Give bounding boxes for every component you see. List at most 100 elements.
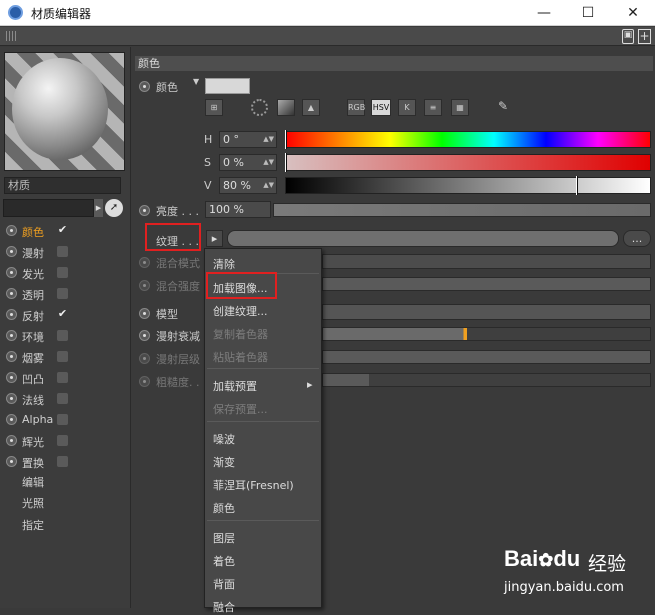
- blend-strength-radio[interactable]: [139, 280, 150, 291]
- left-item-assignment[interactable]: 指定: [22, 517, 112, 535]
- spinner-icon[interactable]: ▲▼: [263, 155, 274, 170]
- menu-item-noise[interactable]: 噪波: [213, 431, 235, 447]
- h-input[interactable]: 0 ° ▲▼: [219, 131, 277, 148]
- checkbox[interactable]: [57, 267, 68, 278]
- hue-slider[interactable]: [285, 131, 651, 148]
- channel-luminance[interactable]: 发光: [0, 263, 130, 283]
- diffuse-level-radio[interactable]: [139, 353, 150, 364]
- checkbox[interactable]: [57, 414, 68, 425]
- checkbox[interactable]: [57, 351, 68, 362]
- radio-icon[interactable]: [6, 414, 17, 425]
- blend-mode-dropdown[interactable]: [322, 254, 651, 269]
- menu-item-load-preset[interactable]: 加载预置: [213, 378, 257, 394]
- checkbox[interactable]: [57, 435, 68, 446]
- eyedropper-icon[interactable]: ✎: [495, 99, 511, 116]
- close-button[interactable]: ✕: [611, 0, 655, 26]
- menu-item-paste-shader[interactable]: 粘贴着色器: [213, 349, 268, 365]
- texture-menu-arrow-icon[interactable]: ▸: [206, 230, 223, 247]
- roughness-radio[interactable]: [139, 376, 150, 387]
- texture-more-button[interactable]: ...: [623, 230, 651, 247]
- spinner-icon[interactable]: ▲▼: [263, 132, 274, 147]
- saturation-slider[interactable]: [285, 154, 651, 171]
- rgb-mode-button[interactable]: RGB: [347, 99, 365, 116]
- blend-mode-radio[interactable]: [139, 257, 150, 268]
- saturation-marker[interactable]: [285, 153, 287, 172]
- color-swatches-icon[interactable]: ▦: [451, 99, 469, 116]
- menu-item-gradient[interactable]: 渐变: [213, 454, 235, 470]
- v-input[interactable]: 80 % ▲▼: [219, 177, 277, 194]
- model-dropdown[interactable]: [322, 304, 651, 320]
- channel-color[interactable]: 颜色 ✔: [0, 221, 130, 241]
- roughness-slider[interactable]: [322, 373, 651, 387]
- radio-icon[interactable]: [6, 435, 17, 446]
- material-name-field[interactable]: 材质: [4, 177, 121, 194]
- menu-item-colorizer[interactable]: 着色: [213, 553, 235, 569]
- radio-icon[interactable]: [6, 330, 17, 341]
- color-wheel-icon[interactable]: [251, 99, 268, 116]
- diffuse-falloff-slider[interactable]: [322, 327, 651, 341]
- radio-icon[interactable]: [6, 225, 17, 236]
- value-marker[interactable]: [576, 176, 578, 195]
- new-window-plus-icon[interactable]: +: [638, 29, 651, 44]
- checkbox[interactable]: [57, 393, 68, 404]
- channel-alpha[interactable]: Alpha: [0, 410, 130, 430]
- image-picker-icon[interactable]: ▲: [302, 99, 320, 116]
- diffuse-level-slider[interactable]: [322, 350, 651, 364]
- checkbox[interactable]: [57, 246, 68, 257]
- checkmark-icon[interactable]: ✔: [57, 224, 68, 236]
- s-input[interactable]: 0 % ▲▼: [219, 154, 277, 171]
- color-radio[interactable]: [139, 81, 150, 92]
- checkbox[interactable]: [57, 372, 68, 383]
- channel-displacement[interactable]: 置换: [0, 452, 130, 472]
- material-search-field[interactable]: [3, 199, 94, 217]
- brightness-slider[interactable]: [273, 203, 651, 217]
- radio-icon[interactable]: [6, 372, 17, 383]
- blend-strength-slider[interactable]: [322, 277, 651, 291]
- menu-item-clear[interactable]: 清除: [213, 256, 235, 272]
- radio-icon[interactable]: [6, 393, 17, 404]
- radio-icon[interactable]: [6, 309, 17, 320]
- texture-slot[interactable]: [227, 230, 619, 247]
- channel-reflectance[interactable]: 反射 ✔: [0, 305, 130, 325]
- channel-fog[interactable]: 烟雾: [0, 347, 130, 367]
- brightness-input[interactable]: 100 %: [205, 201, 271, 218]
- menu-item-layer[interactable]: 图层: [213, 530, 235, 546]
- lock-icon[interactable]: ▣: [622, 29, 634, 44]
- hue-marker[interactable]: [285, 130, 287, 149]
- radio-icon[interactable]: [6, 246, 17, 257]
- color-picker-mode-icon[interactable]: ⊞: [205, 99, 223, 116]
- radio-icon[interactable]: [6, 351, 17, 362]
- channel-glow[interactable]: 辉光: [0, 431, 130, 451]
- channel-transparency[interactable]: 透明: [0, 284, 130, 304]
- radio-icon[interactable]: [6, 456, 17, 467]
- channel-diffusion[interactable]: 漫射: [0, 242, 130, 262]
- model-radio[interactable]: [139, 308, 150, 319]
- pick-material-icon[interactable]: ➚: [105, 199, 123, 217]
- maximize-button[interactable]: ☐: [566, 0, 610, 26]
- minimize-button[interactable]: —: [522, 0, 566, 26]
- value-slider[interactable]: [285, 177, 651, 194]
- checkmark-icon[interactable]: ✔: [57, 308, 68, 320]
- radio-icon[interactable]: [6, 288, 17, 299]
- checkbox[interactable]: [57, 330, 68, 341]
- left-item-illumination[interactable]: 光照: [22, 495, 112, 513]
- checkbox[interactable]: [57, 288, 68, 299]
- kelvin-mode-button[interactable]: K: [398, 99, 416, 116]
- color-dropdown-arrow-icon[interactable]: ▼: [193, 77, 199, 86]
- channel-environment[interactable]: 环境: [0, 326, 130, 346]
- left-item-editor[interactable]: 编辑: [22, 474, 112, 492]
- menu-item-save-preset[interactable]: 保存预置...: [213, 401, 268, 417]
- material-dropdown-arrow[interactable]: ▶: [94, 199, 103, 217]
- checkbox[interactable]: [57, 456, 68, 467]
- channel-bump[interactable]: 凹凸: [0, 368, 130, 388]
- grip-icon[interactable]: [6, 31, 18, 41]
- menu-item-fresnel[interactable]: 菲涅耳(Fresnel): [213, 477, 294, 493]
- menu-item-copy-shader[interactable]: 复制着色器: [213, 326, 268, 342]
- channel-normal[interactable]: 法线: [0, 389, 130, 409]
- hsv-mode-button[interactable]: HSV: [371, 99, 391, 116]
- spinner-icon[interactable]: ▲▼: [263, 178, 274, 193]
- radio-icon[interactable]: [6, 267, 17, 278]
- color-mixer-icon[interactable]: ≡: [424, 99, 442, 116]
- diffuse-falloff-radio[interactable]: [139, 330, 150, 341]
- menu-item-create-texture[interactable]: 创建纹理...: [213, 303, 268, 319]
